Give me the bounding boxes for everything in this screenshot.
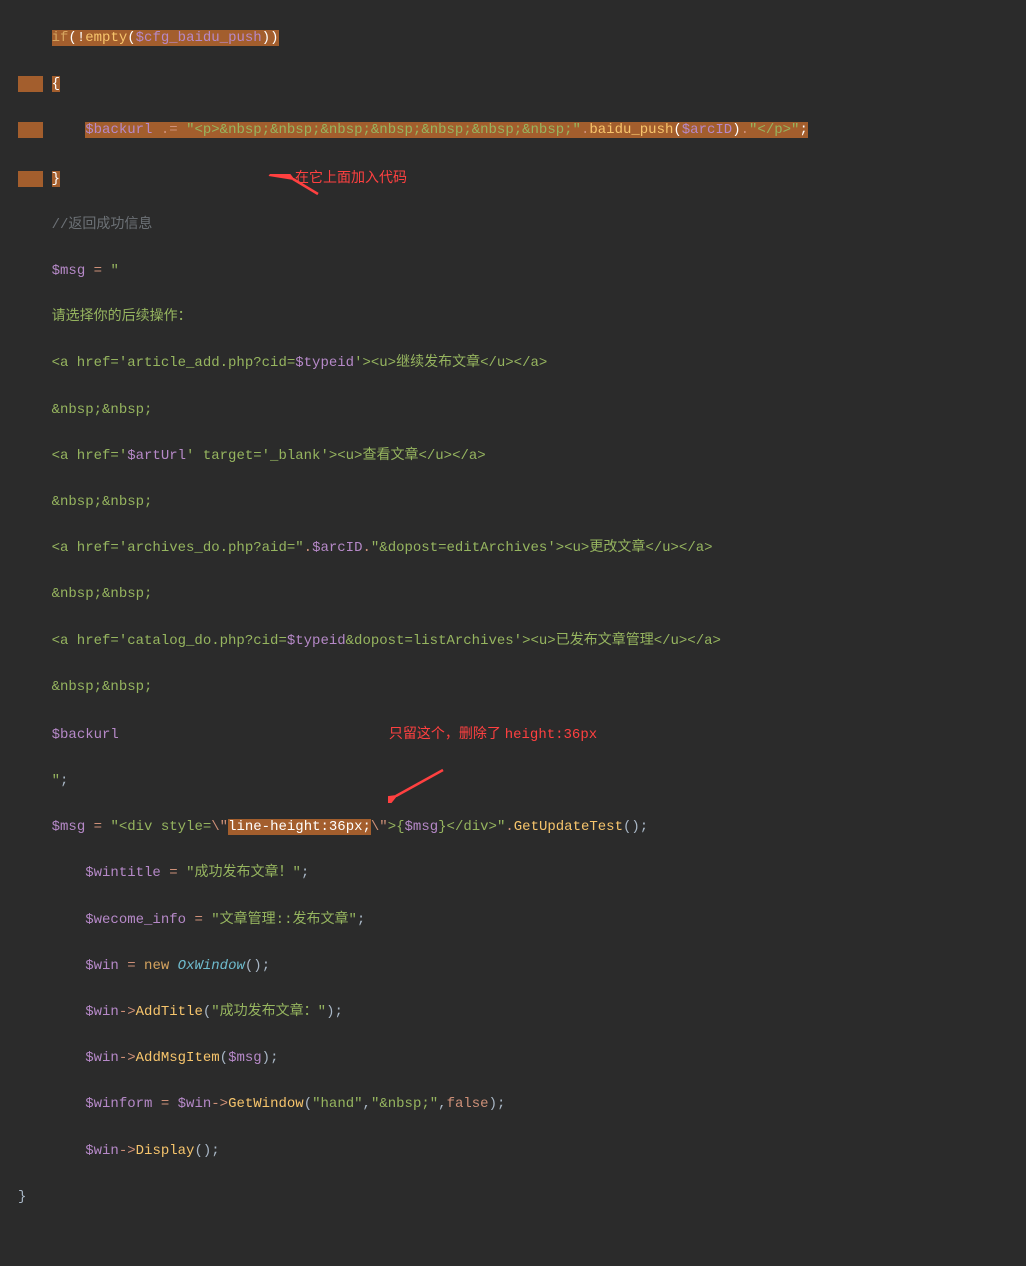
code-line: $wecome_info = "文章管理::发布文章"; xyxy=(18,909,1026,932)
code-line: { xyxy=(18,73,1026,96)
code-line: $win->Display(); xyxy=(18,1140,1026,1163)
code-editor: if(!empty($cfg_baidu_push)) { $backurl .… xyxy=(0,0,1026,1266)
code-line: $backurl只留这个，删除了 height:36px xyxy=(18,722,1026,747)
code-line xyxy=(18,1232,1026,1255)
code-line: "; xyxy=(18,770,1026,793)
code-line: $win->AddTitle("成功发布文章："); xyxy=(18,1001,1026,1024)
code-line: $wintitle = "成功发布文章！"; xyxy=(18,862,1026,885)
code-line: if(!empty($cfg_baidu_push)) xyxy=(18,27,1026,50)
annotation-bottom: 只留这个，删除了 height:36px xyxy=(389,725,597,741)
code-line: }在它上面加入代码 xyxy=(18,166,1026,191)
code-line: $win = new OxWindow(); xyxy=(18,955,1026,978)
code-line: $msg = "<div style=\"line-height:36px;\"… xyxy=(18,816,1026,839)
arrow-icon xyxy=(218,174,328,204)
code-line: //返回成功信息 xyxy=(18,214,1026,237)
code-line: } xyxy=(18,1186,1026,1209)
code-line: 请选择你的后续操作： xyxy=(18,306,1026,329)
code-line: &nbsp;&nbsp; xyxy=(18,583,1026,606)
code-line: $winform = $win->GetWindow("hand","&nbsp… xyxy=(18,1093,1026,1116)
code-line: &nbsp;&nbsp; xyxy=(18,491,1026,514)
code-line: $win->AddMsgItem($msg); xyxy=(18,1047,1026,1070)
arrow-icon xyxy=(388,768,458,803)
code-line: &nbsp;&nbsp; xyxy=(18,399,1026,422)
code-line: $backurl .= "<p>&nbsp;&nbsp;&nbsp;&nbsp;… xyxy=(18,119,1026,142)
code-line: <a href='article_add.php?cid=$typeid'><u… xyxy=(18,352,1026,375)
code-line: &nbsp;&nbsp; xyxy=(18,676,1026,699)
code-line: $msg = " xyxy=(18,260,1026,283)
code-line: <a href='archives_do.php?aid=".$arcID."&… xyxy=(18,537,1026,560)
code-line: <a href='$artUrl' target='_blank'><u>查看文… xyxy=(18,445,1026,468)
